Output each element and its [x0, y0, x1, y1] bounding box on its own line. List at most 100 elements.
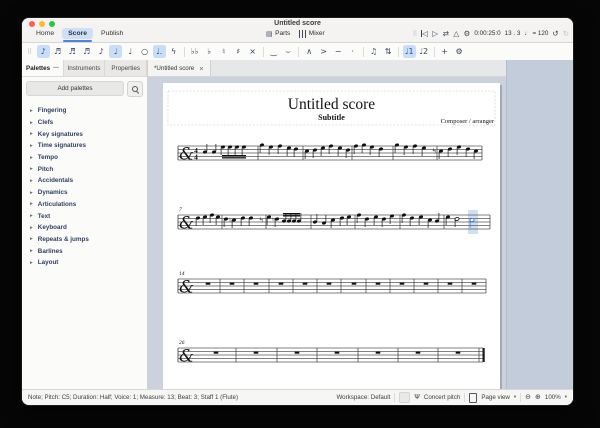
tab-publish[interactable]: Publish: [95, 28, 129, 39]
view-mode-selector[interactable]: Page view: [481, 394, 510, 401]
sixty-fourth-note-button[interactable]: ♬: [51, 45, 64, 58]
search-palettes-button[interactable]: [127, 81, 143, 97]
score-canvas[interactable]: Untitled scoreSubtitle Composer / arrange…: [148, 77, 508, 391]
chevron-right-icon: ▸: [30, 259, 33, 266]
tempo-display[interactable]: ♩ = 120: [524, 30, 548, 37]
play-button[interactable]: ▷: [432, 30, 438, 38]
window-title: Untitled score: [274, 19, 321, 27]
zoom-out-button[interactable]: ⊖: [525, 394, 531, 401]
panel-tab-palettes[interactable]: Palettes ···: [22, 60, 64, 76]
augmentation-dot-button[interactable]: ♩.: [152, 45, 166, 58]
chevron-right-icon: ▸: [30, 142, 33, 149]
voice-2-button[interactable]: ♩2: [417, 45, 430, 58]
double-flat-button[interactable]: ♭♭: [188, 45, 201, 58]
tuplet-button[interactable]: ♫: [367, 45, 380, 58]
panel-tab-properties[interactable]: Properties: [105, 60, 148, 76]
rewind-button[interactable]: ◁: [420, 30, 428, 38]
flip-direction-button[interactable]: ⇅: [382, 45, 395, 58]
tab-score[interactable]: Score: [62, 28, 94, 42]
palette-item-tempo[interactable]: ▸ Tempo: [22, 152, 147, 164]
slur-button[interactable]: ⌣: [282, 45, 295, 58]
whole-rest: [294, 351, 300, 354]
parts-label: Parts: [275, 30, 291, 37]
customize-toolbar-button[interactable]: +: [438, 45, 451, 58]
drag-handle-icon[interactable]: ⠿: [27, 48, 32, 56]
whole-rest: [455, 351, 461, 354]
accent-button[interactable]: >: [317, 45, 330, 58]
more-options-icon[interactable]: ···: [53, 65, 59, 72]
parts-button[interactable]: ▤ Parts: [266, 30, 290, 38]
undo-icon[interactable]: ↺: [552, 29, 558, 38]
tie-button[interactable]: ‿: [267, 45, 280, 58]
staccato-button[interactable]: ·: [346, 45, 359, 58]
note-toolbar-icons: ♪ ♬ ♬ ♬ ♪ ♩ ♩ ○ ♩. ϟ ♭♭ ♭ ♮ ♯ × ‿ ⌣ ∧ > − · ♫ ⇅ ♩1 ♩2 + ⚙: [36, 45, 466, 58]
palette-item-label: Layout: [37, 259, 59, 267]
separator: [464, 393, 466, 402]
natural-button[interactable]: ♮: [217, 45, 230, 58]
workspace-selector[interactable]: Workspace: Default: [336, 394, 390, 401]
eighth-note-button[interactable]: ♪: [95, 45, 108, 58]
measure-number: 7: [179, 207, 182, 213]
playback-settings-button[interactable]: ⚙: [464, 30, 471, 38]
zoom-level[interactable]: 100%: [545, 394, 561, 401]
chevron-right-icon: ▸: [30, 131, 33, 138]
double-sharp-button[interactable]: ×: [246, 45, 259, 58]
marcato-button[interactable]: ∧: [303, 45, 316, 58]
status-controls: Workspace: Default Ψ Concert pitch Page …: [336, 392, 567, 403]
palette-item-barlines[interactable]: ▸ Barlines: [22, 245, 147, 257]
palette-item-label: Articulations: [37, 200, 77, 208]
thirty-second-note-button[interactable]: ♬: [66, 45, 79, 58]
redo-icon[interactable]: ↻: [563, 29, 569, 38]
loop-playback-button[interactable]: ⇄: [443, 30, 449, 38]
palette-item-pitch[interactable]: ▸ Pitch: [22, 163, 147, 175]
playback-toolbar: ⠿ ◁ ▷ ⇄ △ ⚙ 0:00:25:0 13 . 3 ♩ = 120 ↺ ↻: [412, 27, 569, 40]
playback-time: 0:00:25:0: [474, 30, 501, 37]
palette-item-accidentals[interactable]: ▸ Accidentals: [22, 175, 147, 187]
page-view-icon: [469, 392, 478, 403]
palette-item-time-signatures[interactable]: ▸ Time signatures: [22, 140, 147, 152]
close-tab-icon[interactable]: ×: [199, 64, 203, 73]
palette-item-label: Barlines: [37, 247, 63, 255]
mixer-button[interactable]: Mixer: [299, 29, 325, 38]
concert-pitch-toggle[interactable]: Concert pitch: [424, 394, 460, 401]
rest-button[interactable]: ϟ: [167, 45, 180, 58]
beam: [222, 157, 246, 159]
toolbar-separator: [298, 46, 300, 57]
flat-button[interactable]: ♭: [203, 45, 216, 58]
note-input-settings-button[interactable]: ⚙: [453, 45, 466, 58]
mixer-label: Mixer: [308, 30, 325, 37]
half-note-button[interactable]: ♩: [124, 45, 137, 58]
metronome-button[interactable]: △: [453, 30, 459, 38]
chevron-right-icon: ▸: [30, 119, 33, 126]
sixteenth-note-button[interactable]: ♬: [80, 45, 93, 58]
musescore-window: Untitled score Home Score Publish ▤ Parts …: [22, 18, 573, 405]
chevron-right-icon: ▸: [30, 213, 33, 220]
zoom-in-button[interactable]: ⊕: [535, 394, 541, 401]
palette-item-dynamics[interactable]: ▸ Dynamics: [22, 187, 147, 199]
palette-item-layout[interactable]: ▸ Layout: [22, 257, 147, 269]
chevron-right-icon: ▸: [30, 236, 33, 243]
treble-clef: &: [179, 145, 194, 165]
whole-note-button[interactable]: ○: [138, 45, 151, 58]
score-view-wrap: *Untitled score × Untitled score Subtitle…: [148, 60, 508, 391]
palette-item-articulations[interactable]: ▸ Articulations: [22, 199, 147, 211]
palette-item-key-signatures[interactable]: ▸ Key signatures: [22, 128, 147, 140]
toolbar-separator: [362, 46, 364, 57]
drag-handle-icon[interactable]: ⠿: [412, 30, 417, 38]
score-page[interactable]: [163, 83, 500, 391]
note-input-button[interactable]: ♪: [36, 45, 50, 58]
voice-1-button[interactable]: ♩1: [402, 45, 416, 58]
document-tab[interactable]: *Untitled score ×: [148, 60, 211, 76]
sharp-button[interactable]: ♯: [232, 45, 245, 58]
palette-item-clefs[interactable]: ▸ Clefs: [22, 117, 147, 129]
tenuto-button[interactable]: −: [332, 45, 345, 58]
quarter-note-button[interactable]: ♩: [109, 45, 123, 58]
palette-item-repeats-jumps[interactable]: ▸ Repeats & jumps: [22, 234, 147, 246]
palette-item-text[interactable]: ▸ Text: [22, 210, 147, 222]
tab-home[interactable]: Home: [30, 28, 60, 39]
panel-tab-instruments[interactable]: Instruments: [64, 60, 106, 76]
palette-item-fingering[interactable]: ▸ Fingering: [22, 105, 147, 117]
palette-item-keyboard[interactable]: ▸ Keyboard: [22, 222, 147, 234]
toolbar-separator: [433, 46, 435, 57]
add-palettes-button[interactable]: Add palettes: [26, 81, 124, 96]
